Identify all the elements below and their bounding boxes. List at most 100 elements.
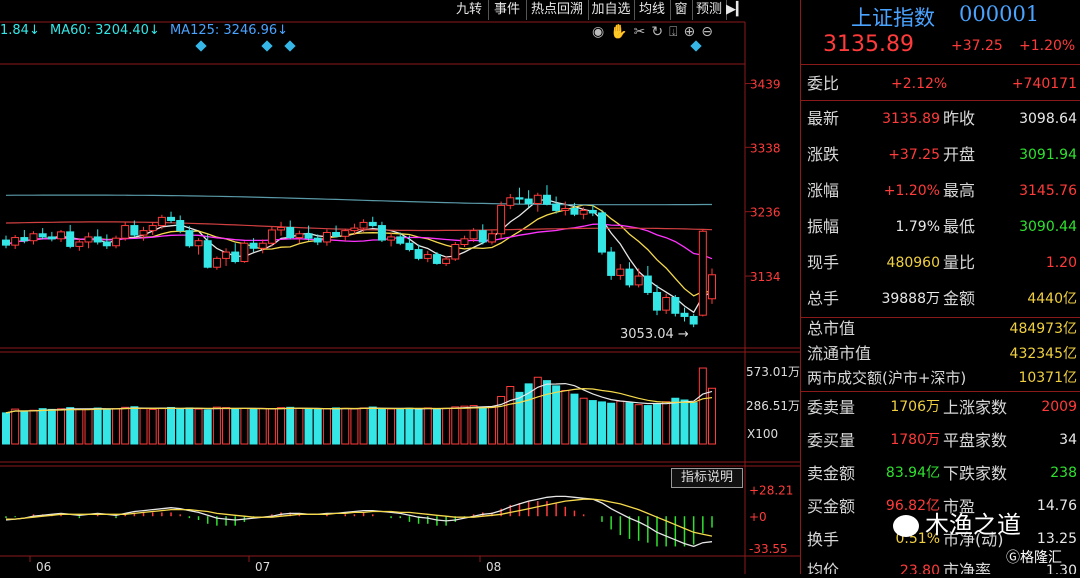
candle-body [350,227,359,232]
up-count-label: 上涨家数 [943,398,1008,417]
volume-bar [634,404,643,445]
toolbar-button-events[interactable]: 事件 [488,0,527,20]
toolbar-button-hotspot[interactable]: 热点回溯 [526,0,589,20]
weibi-value: +740171 [1011,76,1077,92]
curvol-label: 现手 [807,253,840,272]
volume-bar [451,406,460,445]
candle-body [75,241,84,247]
candle [597,209,606,255]
volume-bar [377,408,386,445]
candle-body [616,268,625,276]
candle [11,235,20,249]
collapse-panel-icon[interactable]: ▶▎ [726,0,746,20]
candle-body [607,251,616,276]
candle-body [451,243,460,260]
volume-bar [478,407,487,445]
candle-body [194,240,203,247]
candle [277,221,286,236]
candle-body [561,208,570,211]
candle-body [112,237,121,247]
candle [112,235,121,249]
candle [93,229,102,245]
volume-bar [542,380,551,445]
volume-bar [93,407,102,445]
arrow-down-icon: ↓ [28,23,40,38]
curvol-value: 480960 [886,255,940,271]
macd-tick-label: -33.55 [749,542,788,556]
avg-value: 23.80 [899,563,940,574]
volume-bar [387,408,396,445]
candle-body [625,268,634,286]
candle [478,224,487,245]
prevclose-value: 3098.64 [1019,111,1077,127]
macd-tick-label: +0 [749,510,767,524]
eye-icon[interactable]: ◉ [592,24,610,40]
candle-body [84,236,93,243]
volume-bar [561,389,570,445]
volume-bar [167,406,176,445]
volume-bar [258,407,267,445]
up-count-value: 2009 [1041,399,1077,415]
volume-bar [11,408,20,445]
toolbar-button-ma[interactable]: 均线 [634,0,671,20]
quote-row-weibi: 委比 +2.12% +740171 [801,66,1080,102]
zoom-out-icon[interactable]: ⊖ [701,24,719,40]
candle-body [167,216,176,222]
x-tick-label: 08 [486,560,501,574]
quote-row-sellamt: 卖金额 83.94亿 下跌家数 238 [801,457,1080,490]
candle-body [176,220,185,232]
candle-body [689,315,698,325]
volume-bar [652,403,661,445]
volume-bar [148,408,157,445]
pin-icon[interactable]: ⍗ [669,24,683,40]
candle [267,226,276,247]
candle-body [634,275,643,286]
candle-body [524,198,533,204]
candle [57,229,66,242]
chart-tool-icons: ◉✋✂↻⍗⊕⊖ [592,23,719,41]
toolbar-button-forecast[interactable]: 预测 [692,0,727,20]
candle [341,228,350,241]
candle-body [258,242,267,249]
zoom-in-icon[interactable]: ⊕ [684,24,702,40]
candle-body [304,233,313,239]
toolbar-button-jiuzhuan[interactable]: 九转 [450,0,489,20]
candle-body [139,230,148,236]
hand-icon[interactable]: ✋ [610,24,633,40]
volume-bar [552,385,561,445]
candle-body [680,312,689,317]
candle [515,187,524,205]
candle [332,225,341,238]
macd-tick-label: +28.21 [749,484,793,498]
flat-count-value: 34 [1059,432,1077,448]
volume-bar [47,408,56,445]
rotate-icon[interactable]: ↻ [651,24,669,40]
volume-bar [240,408,249,445]
volume-bar [506,386,515,445]
toolbar-button-window[interactable]: 窗 [670,0,693,20]
chart-area[interactable]: 3439 3338 3236 3134 573.01万 286.51万 X100 +28.21… [0,0,800,574]
candle-body [267,229,276,244]
candle-body [157,216,166,227]
open-value: 3091.94 [1019,147,1077,163]
volume-bar [487,405,496,445]
volume-bar [570,393,579,445]
volume-bar [322,408,331,445]
candle [377,221,386,242]
candle-body [222,251,231,259]
indicator-help-button[interactable]: 指标说明 [671,468,743,488]
candle [689,313,698,328]
volume-bar [515,391,524,445]
toolbar-button-add-watchlist[interactable]: 加自选 [588,0,635,20]
volume-bar [405,407,414,445]
cut-icon[interactable]: ✂ [634,24,652,40]
volume-bar [588,400,597,445]
candle-body [708,274,716,300]
volume-bar [231,408,240,445]
candle [497,201,506,239]
volume-bar [616,400,625,445]
volume-bar [359,407,368,445]
volume-bar [332,407,341,445]
volume-bar [139,408,148,445]
candle-body [148,225,157,232]
